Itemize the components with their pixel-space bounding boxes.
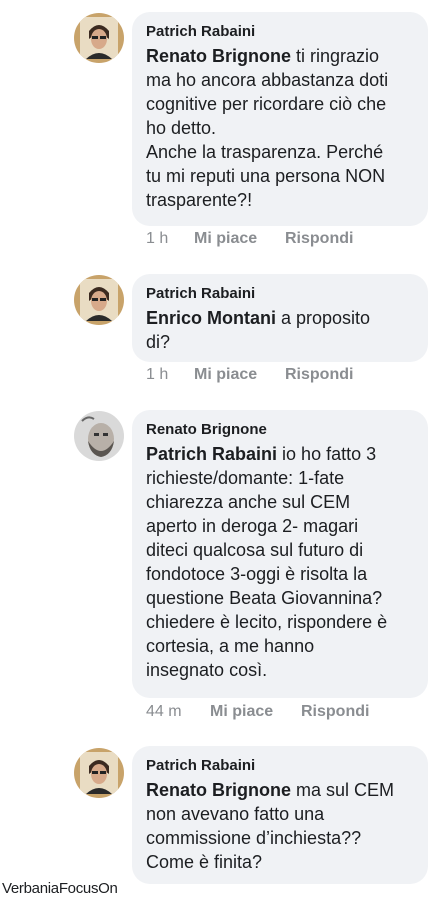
timestamp[interactable]: 1 h [146, 366, 194, 384]
comment-text: Patrich Rabaini io ho fatto 3 richieste/… [146, 442, 414, 682]
comment-actions: 44 m Mi piace Rispondi [146, 703, 369, 721]
mention[interactable]: Renato Brignone [146, 780, 291, 800]
avatar-photo [74, 275, 124, 325]
comment-author[interactable]: Renato Brignone [146, 420, 414, 440]
timestamp[interactable]: 44 m [146, 703, 210, 721]
comment-author[interactable]: Patrich Rabaini [146, 756, 414, 776]
comment-bubble: Renato Brignone Patrich Rabaini io ho fa… [132, 410, 428, 698]
comment-bubble: Patrich Rabaini Enrico Montani a proposi… [132, 274, 428, 362]
mention[interactable]: Patrich Rabaini [146, 444, 277, 464]
comment-text: Renato Brignone ma sul CEM non avevano f… [146, 778, 414, 874]
reply-button[interactable]: Rispondi [301, 703, 369, 721]
like-button[interactable]: Mi piace [210, 703, 301, 721]
avatar-photo [74, 748, 124, 798]
avatar-photo [74, 13, 124, 63]
avatar[interactable] [74, 275, 124, 325]
avatar-photo [74, 411, 124, 461]
comment-text: Enrico Montani a proposito di? [146, 306, 414, 354]
reply-button[interactable]: Rispondi [285, 230, 353, 248]
comment-author[interactable]: Patrich Rabaini [146, 284, 414, 304]
avatar[interactable] [74, 748, 124, 798]
comment-bubble: Patrich Rabaini Renato Brignone ma sul C… [132, 746, 428, 884]
mention[interactable]: Renato Brignone [146, 46, 291, 66]
avatar[interactable] [74, 13, 124, 63]
comment-body: io ho fatto 3 richieste/domante: 1-fate … [146, 444, 388, 680]
comment-actions: 1 h Mi piace Rispondi [146, 366, 353, 384]
like-button[interactable]: Mi piace [194, 230, 285, 248]
watermark: VerbaniaFocusOn [2, 880, 118, 897]
comment-text: Renato Brignone ti ringrazio ma ho ancor… [146, 44, 414, 212]
like-button[interactable]: Mi piace [194, 366, 285, 384]
comment-body: ti ringrazio ma ho ancora abbastanza dot… [146, 46, 389, 210]
avatar[interactable] [74, 411, 124, 461]
timestamp[interactable]: 1 h [146, 230, 194, 248]
reply-button[interactable]: Rispondi [285, 366, 353, 384]
comment-bubble: Patrich Rabaini Renato Brignone ti ringr… [132, 12, 428, 226]
comment-actions: 1 h Mi piace Rispondi [146, 230, 353, 248]
comment-author[interactable]: Patrich Rabaini [146, 22, 414, 42]
mention[interactable]: Enrico Montani [146, 308, 276, 328]
